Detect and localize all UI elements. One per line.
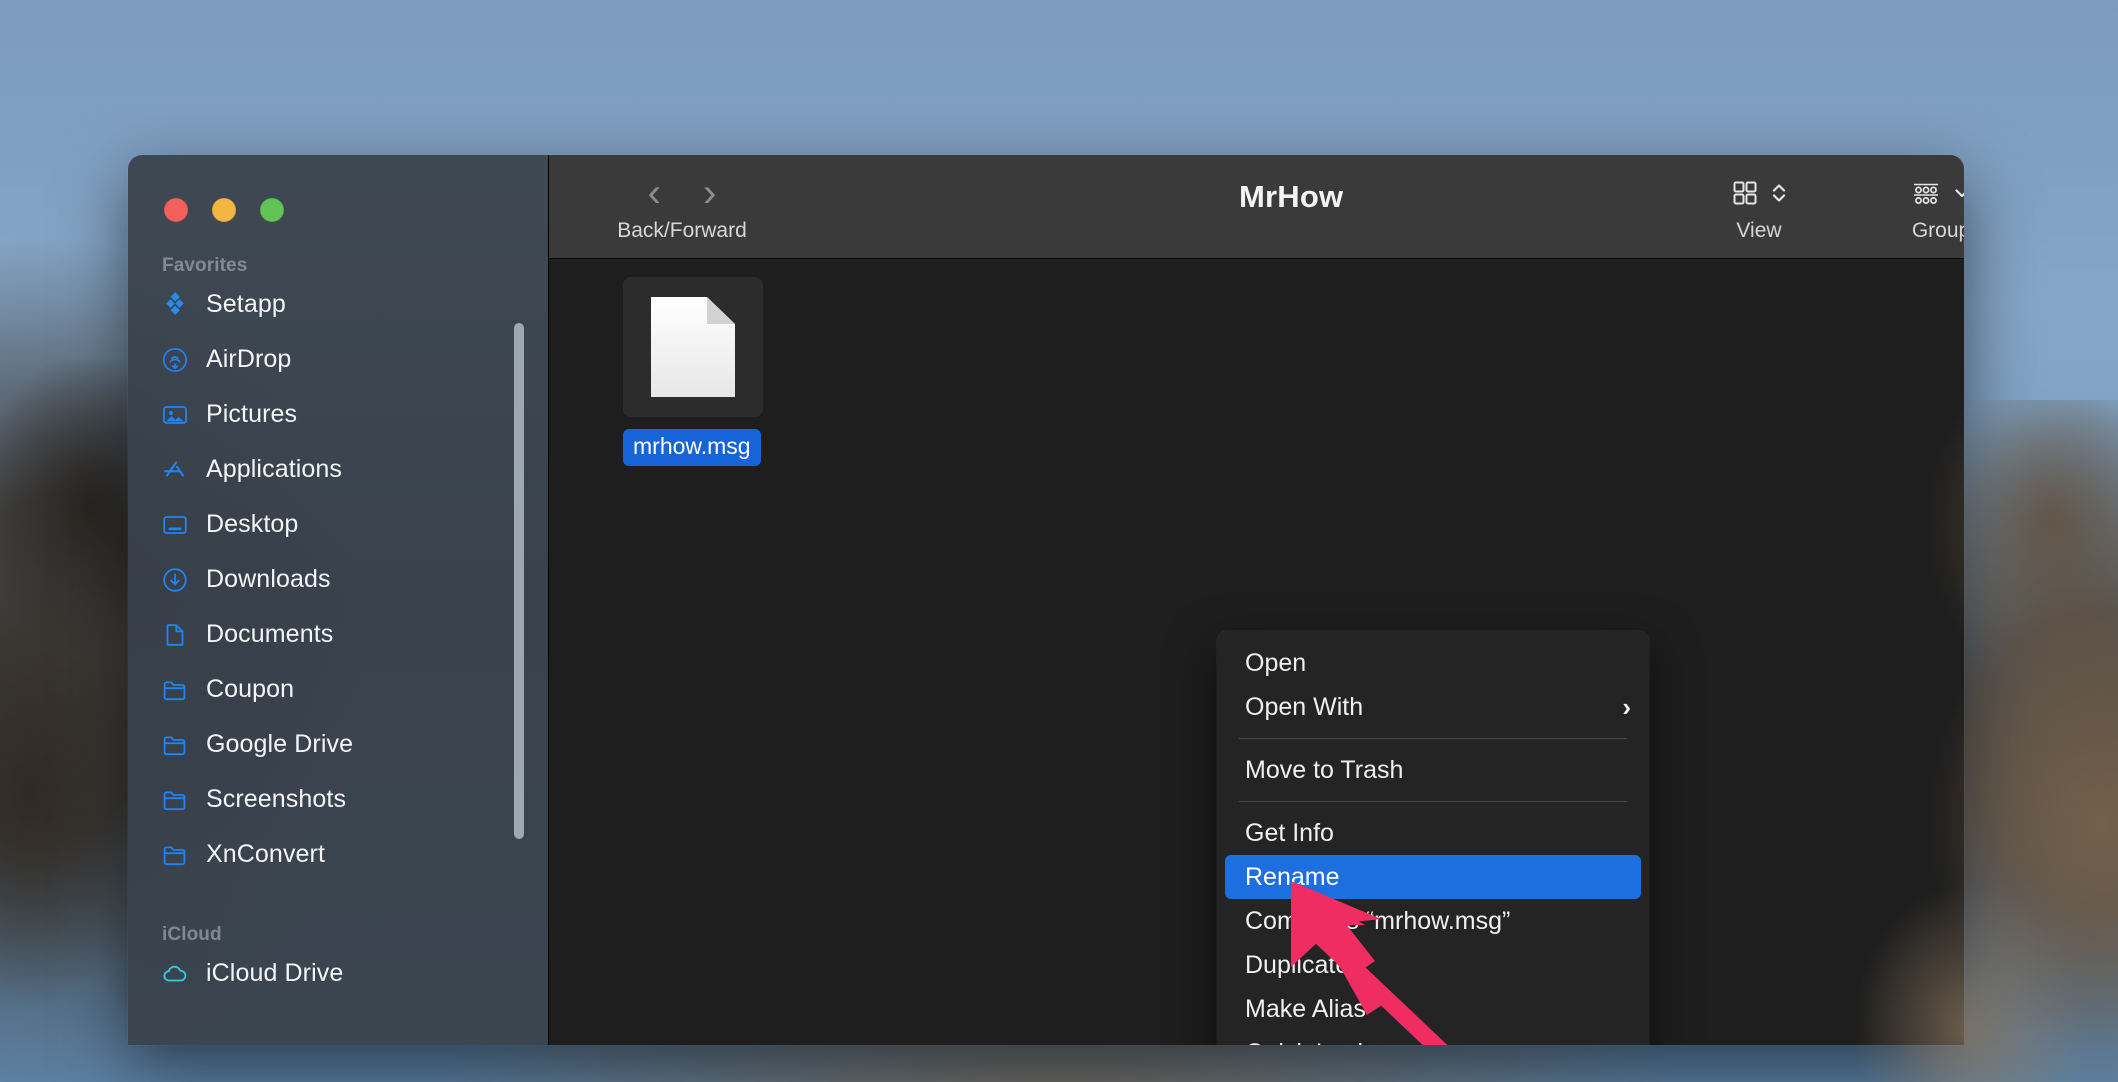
sidebar-item-label: Downloads	[206, 565, 331, 593]
menu-item-label: Rename	[1245, 862, 1340, 891]
context-menu-item-get-info[interactable]: Get Info	[1217, 811, 1649, 855]
pictures-icon	[162, 402, 188, 428]
setapp-icon	[162, 291, 188, 318]
sidebar-item-label: XnConvert	[206, 840, 326, 868]
menu-separator	[1239, 738, 1627, 739]
context-menu-item-open-with[interactable]: Open With ›	[1217, 685, 1649, 729]
group-glyph-row	[1871, 169, 1964, 217]
file-thumbnail	[623, 277, 763, 417]
sidebar-scrollbar[interactable]	[514, 323, 524, 839]
airdrop-icon	[162, 347, 188, 373]
generic-document-icon	[651, 297, 735, 397]
page-title: MrHow	[1239, 179, 1344, 214]
toolbar-item-label: Group	[1911, 219, 1964, 242]
sidebar-item-setapp[interactable]: Setapp	[128, 277, 548, 332]
chevron-updown-icon	[1772, 184, 1786, 202]
menu-item-label: Move to Trash	[1245, 755, 1404, 784]
sidebar-item-pictures[interactable]: Pictures	[128, 387, 548, 442]
nav-caption: Back/Forward	[617, 219, 747, 242]
sidebar-item-label: Documents	[206, 620, 334, 648]
submenu-chevron-icon: ›	[1622, 692, 1631, 722]
file-item[interactable]: mrhow.msg	[623, 277, 763, 466]
sidebar-item-downloads[interactable]: Downloads	[128, 552, 548, 607]
sidebar-section-gap	[128, 888, 548, 924]
context-menu-item-move-to-trash[interactable]: Move to Trash	[1217, 748, 1649, 792]
menu-separator	[1239, 801, 1627, 802]
desktop-icon	[162, 512, 188, 538]
finder-toolbar: ‹ › Back/Forward MrHow View Grou	[549, 155, 1964, 259]
folder-icon	[162, 677, 188, 703]
forward-icon[interactable]: ›	[703, 173, 716, 213]
minimize-button[interactable]	[212, 198, 236, 222]
menu-item-label: Open	[1245, 648, 1307, 677]
menu-item-label: Get Info	[1245, 818, 1334, 847]
context-menu-item-duplicate[interactable]: Duplicate	[1217, 943, 1649, 987]
context-menu-item-quick-look[interactable]: Quick Look	[1217, 1031, 1649, 1046]
toolbar-nav-group: ‹ › Back/Forward	[577, 169, 787, 243]
sidebar-section-icloud: iCloud iCloud Drive	[128, 924, 548, 1001]
view-glyph-row	[1699, 169, 1819, 217]
sidebar-scroll-region: Favorites Setapp AirDrop Pictures Applic…	[128, 255, 548, 1045]
toolbar-view-button[interactable]: View	[1699, 169, 1819, 243]
sidebar-section-header-favorites: Favorites	[162, 255, 248, 276]
sidebar-item-desktop[interactable]: Desktop	[128, 497, 548, 552]
grid-view-icon	[1733, 181, 1757, 205]
applications-icon	[162, 457, 188, 483]
file-name-label[interactable]: mrhow.msg	[623, 429, 761, 466]
sidebar-item-label: iCloud Drive	[206, 959, 344, 987]
cloud-icon	[162, 961, 188, 987]
menu-item-label: Duplicate	[1245, 950, 1350, 979]
sidebar-item-label: Google Drive	[206, 730, 354, 758]
desktop-wallpaper: Favorites Setapp AirDrop Pictures Applic…	[0, 0, 2118, 1082]
window-traffic-lights	[128, 155, 548, 222]
context-menu-item-compress[interactable]: Compress “mrhow.msg”	[1217, 899, 1649, 943]
menu-item-label: Quick Look	[1245, 1039, 1370, 1046]
menu-item-label: Compress “mrhow.msg”	[1245, 906, 1511, 935]
context-menu-item-open[interactable]: Open	[1217, 641, 1649, 685]
sidebar-item-icloud-drive[interactable]: iCloud Drive	[128, 946, 548, 1001]
sidebar-item-label: Pictures	[206, 400, 298, 428]
context-menu-item-make-alias[interactable]: Make Alias	[1217, 987, 1649, 1031]
back-icon[interactable]: ‹	[648, 173, 661, 213]
toolbar-item-label: View	[1736, 219, 1782, 242]
chevron-down-icon	[1955, 189, 1964, 198]
finder-main-pane: ‹ › Back/Forward MrHow View Grou mrhow.m…	[548, 155, 1964, 1045]
sidebar-item-label: Screenshots	[206, 785, 347, 813]
finder-sidebar: Favorites Setapp AirDrop Pictures Applic…	[128, 155, 548, 1045]
sidebar-item-coupon[interactable]: Coupon	[128, 662, 548, 717]
folder-icon	[162, 732, 188, 758]
close-button[interactable]	[164, 198, 188, 222]
sidebar-item-label: Coupon	[206, 675, 295, 703]
toolbar-group-button[interactable]: Group	[1871, 169, 1964, 243]
downloads-icon	[162, 567, 188, 593]
documents-icon	[162, 622, 188, 648]
sidebar-item-xnconvert[interactable]: XnConvert	[128, 827, 548, 882]
sidebar-item-airdrop[interactable]: AirDrop	[128, 332, 548, 387]
context-menu[interactable]: Open Open With › Move to Trash Get Info …	[1217, 631, 1649, 1045]
sidebar-section-header-icloud: iCloud	[162, 924, 222, 945]
menu-item-label: Open With	[1245, 692, 1364, 721]
sidebar-item-label: Applications	[206, 455, 343, 483]
sidebar-item-label: AirDrop	[206, 345, 292, 373]
folder-icon	[162, 787, 188, 813]
sidebar-item-applications[interactable]: Applications	[128, 442, 548, 497]
folder-icon	[162, 842, 188, 868]
menu-item-label: Make Alias	[1245, 994, 1366, 1023]
sidebar-item-documents[interactable]: Documents	[128, 607, 548, 662]
sidebar-item-screenshots[interactable]: Screenshots	[128, 772, 548, 827]
nav-glyph-row: ‹ ›	[577, 169, 787, 217]
sidebar-item-label: Setapp	[206, 290, 286, 318]
finder-window: Favorites Setapp AirDrop Pictures Applic…	[128, 155, 1964, 1045]
sidebar-item-label: Desktop	[206, 510, 299, 538]
sidebar-section-favorites: Favorites Setapp AirDrop Pictures Applic…	[128, 255, 548, 882]
zoom-button[interactable]	[260, 198, 284, 222]
group-rows-icon	[1914, 183, 1938, 204]
context-menu-item-rename[interactable]: Rename	[1225, 855, 1641, 899]
sidebar-item-google-drive[interactable]: Google Drive	[128, 717, 548, 772]
finder-content-area[interactable]: mrhow.msg Open Open With › Move to Trash…	[549, 259, 1964, 1045]
